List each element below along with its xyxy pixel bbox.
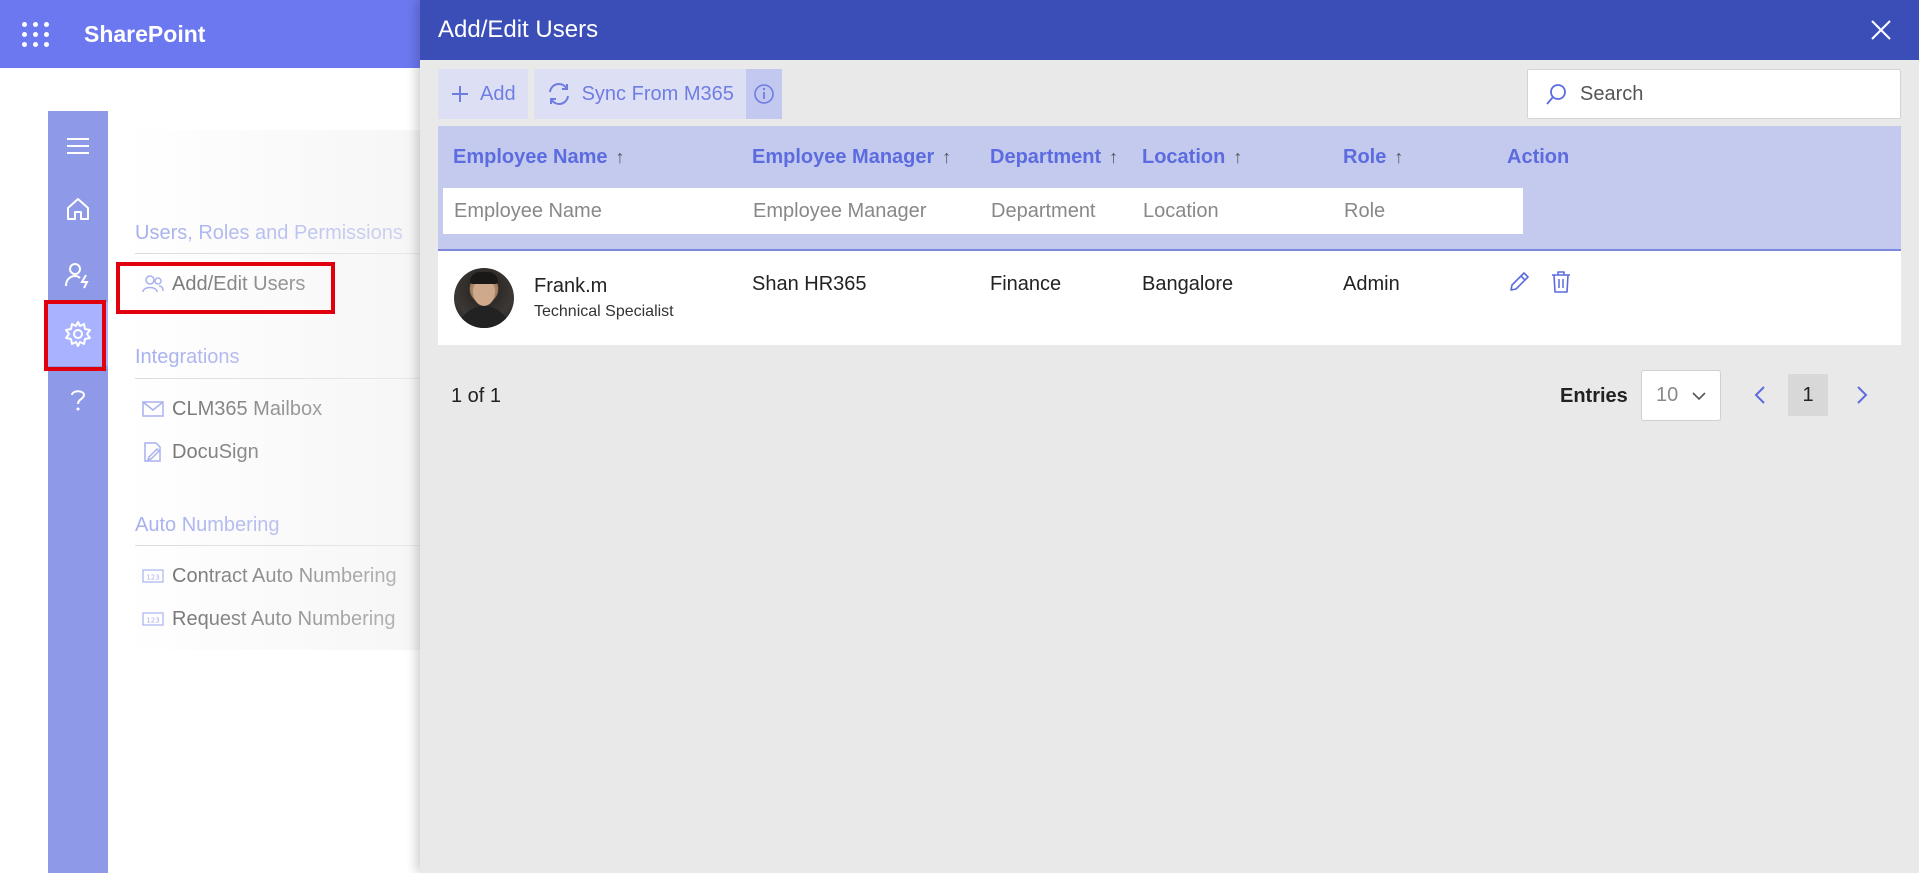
- nav-item-docusign[interactable]: DocuSign: [142, 437, 259, 467]
- column-header-department[interactable]: Department ↑: [990, 146, 1118, 169]
- delete-button[interactable]: [1546, 267, 1576, 297]
- app-launcher-icon[interactable]: [22, 20, 50, 48]
- employee-title: Technical Specialist: [534, 303, 674, 320]
- column-header-label: Action: [1507, 146, 1570, 168]
- search-icon: [1546, 84, 1566, 105]
- panel-title: Add/Edit Users: [438, 16, 599, 43]
- help-icon: [71, 390, 86, 411]
- employee-name: Frank.m: [534, 275, 608, 297]
- edit-button[interactable]: [1504, 267, 1534, 297]
- rail-menu[interactable]: [48, 116, 108, 176]
- section-title-integrations: Integrations: [135, 346, 240, 368]
- sort-arrow-icon: ↑: [1109, 147, 1119, 167]
- column-header-action: Action: [1507, 146, 1569, 169]
- plus-icon: [452, 86, 468, 102]
- add-button[interactable]: Add: [438, 69, 528, 119]
- rail-home[interactable]: [48, 179, 108, 239]
- menu-icon: [67, 138, 89, 154]
- rail-help[interactable]: [48, 370, 108, 430]
- rail-user-settings[interactable]: [48, 245, 108, 305]
- entries-value: 10: [1656, 384, 1679, 406]
- department-filter[interactable]: [980, 188, 1154, 234]
- home-icon: [67, 198, 89, 220]
- nav-add-edit-users-highlight: [116, 262, 335, 314]
- section-title-auto-numbering: Auto Numbering: [135, 514, 280, 536]
- sign-icon: [144, 442, 161, 462]
- sort-arrow-icon: ↑: [1233, 147, 1243, 167]
- info-icon: [754, 84, 774, 104]
- previous-page-button[interactable]: [1745, 378, 1775, 412]
- nav-item-label: DocuSign: [172, 440, 259, 463]
- table-header: Employee Name ↑ Employee Manager ↑ Depar…: [438, 126, 1901, 251]
- role-cell: Admin: [1343, 273, 1400, 295]
- number-icon: 123: [142, 569, 164, 583]
- nav-item-label: Request Auto Numbering: [172, 607, 396, 630]
- role-filter[interactable]: [1333, 188, 1523, 234]
- next-page-button[interactable]: [1847, 378, 1877, 412]
- column-header-label: Location: [1142, 146, 1226, 168]
- pagination-summary: 1 of 1: [451, 385, 502, 407]
- entries-label: Entries: [1560, 385, 1628, 407]
- sort-arrow-icon: ↑: [1394, 147, 1404, 167]
- employee-manager-cell: Shan HR365: [752, 273, 867, 295]
- nav-item-contract-auto-numbering[interactable]: 123 Contract Auto Numbering: [142, 561, 397, 591]
- toolbar: Add Sync From M365: [438, 69, 782, 119]
- settings-nav: Users, Roles and Permissions Add/Edit Us…: [120, 0, 435, 873]
- sync-info-button[interactable]: [745, 69, 782, 119]
- column-header-employee-manager[interactable]: Employee Manager ↑: [752, 146, 951, 169]
- nav-item-label: CLM365 Mailbox: [172, 397, 323, 420]
- close-icon: [1871, 20, 1891, 40]
- section-title-users: Users, Roles and Permissions: [135, 222, 403, 244]
- add-edit-users-panel: Add/Edit Users Add Sync From M365 Employ…: [420, 0, 1919, 873]
- column-header-label: Department: [990, 146, 1102, 168]
- left-rail: [48, 111, 108, 873]
- search-input[interactable]: [1580, 82, 1880, 106]
- add-button-label: Add: [480, 82, 516, 105]
- entries-select[interactable]: 10: [1641, 370, 1721, 421]
- column-header-label: Employee Name: [453, 146, 608, 168]
- location-filter[interactable]: [1132, 188, 1367, 234]
- svg-text:123: 123: [146, 574, 159, 582]
- svg-text:123: 123: [146, 617, 159, 625]
- search-box[interactable]: [1527, 69, 1901, 119]
- avatar: [454, 268, 514, 328]
- panel-header: Add/Edit Users: [420, 0, 1919, 60]
- column-header-employee-name[interactable]: Employee Name ↑: [453, 146, 625, 169]
- column-header-role[interactable]: Role ↑: [1343, 146, 1403, 169]
- column-header-label: Employee Manager: [752, 146, 935, 168]
- location-cell: Bangalore: [1142, 273, 1234, 295]
- sync-button-label: Sync From M365: [581, 82, 734, 105]
- nav-item-request-auto-numbering[interactable]: 123 Request Auto Numbering: [142, 604, 395, 634]
- table-row: Frank.m Technical Specialist Shan HR365 …: [438, 251, 1901, 345]
- nav-item-label: Contract Auto Numbering: [172, 564, 397, 587]
- pencil-icon: [1510, 272, 1529, 291]
- rail-settings-highlight: [44, 300, 106, 371]
- chevron-down-icon: [1692, 391, 1706, 400]
- trash-icon: [1552, 271, 1570, 293]
- nav-item-clm365-mailbox[interactable]: CLM365 Mailbox: [142, 394, 322, 424]
- column-header-label: Role: [1343, 146, 1387, 168]
- chevron-left-icon: [1754, 386, 1765, 404]
- section-divider: [135, 545, 435, 546]
- sync-icon: [548, 83, 569, 105]
- mail-icon: [142, 401, 164, 417]
- department-cell: Finance: [990, 273, 1062, 295]
- sort-arrow-icon: ↑: [615, 147, 625, 167]
- user-settings-icon: [65, 263, 89, 289]
- page-number-button[interactable]: 1: [1788, 374, 1828, 416]
- close-button[interactable]: [1867, 16, 1895, 44]
- number-icon: 123: [142, 612, 164, 626]
- chevron-right-icon: [1857, 386, 1868, 404]
- section-divider: [135, 378, 435, 379]
- column-header-location[interactable]: Location ↑: [1142, 146, 1242, 169]
- section-divider: [135, 253, 435, 254]
- sort-arrow-icon: ↑: [942, 147, 952, 167]
- sync-m365-button[interactable]: Sync From M365: [533, 69, 746, 119]
